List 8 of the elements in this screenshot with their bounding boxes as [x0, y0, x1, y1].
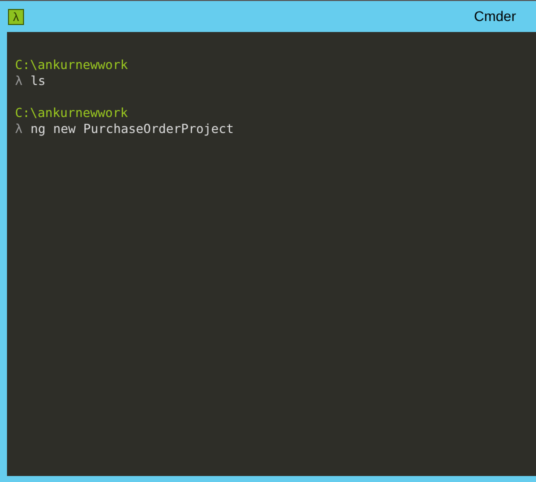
terminal-command: ng new PurchaseOrderProject	[30, 121, 234, 137]
prompt-symbol: λ	[15, 73, 23, 89]
terminal-command: ls	[30, 73, 46, 89]
app-logo: λ	[8, 8, 24, 24]
terminal-path: C:\ankurnewwork	[15, 105, 128, 121]
window-title: Cmder	[474, 7, 516, 26]
prompt-symbol: λ	[15, 121, 23, 137]
terminal-path: C:\ankurnewwork	[15, 57, 128, 73]
